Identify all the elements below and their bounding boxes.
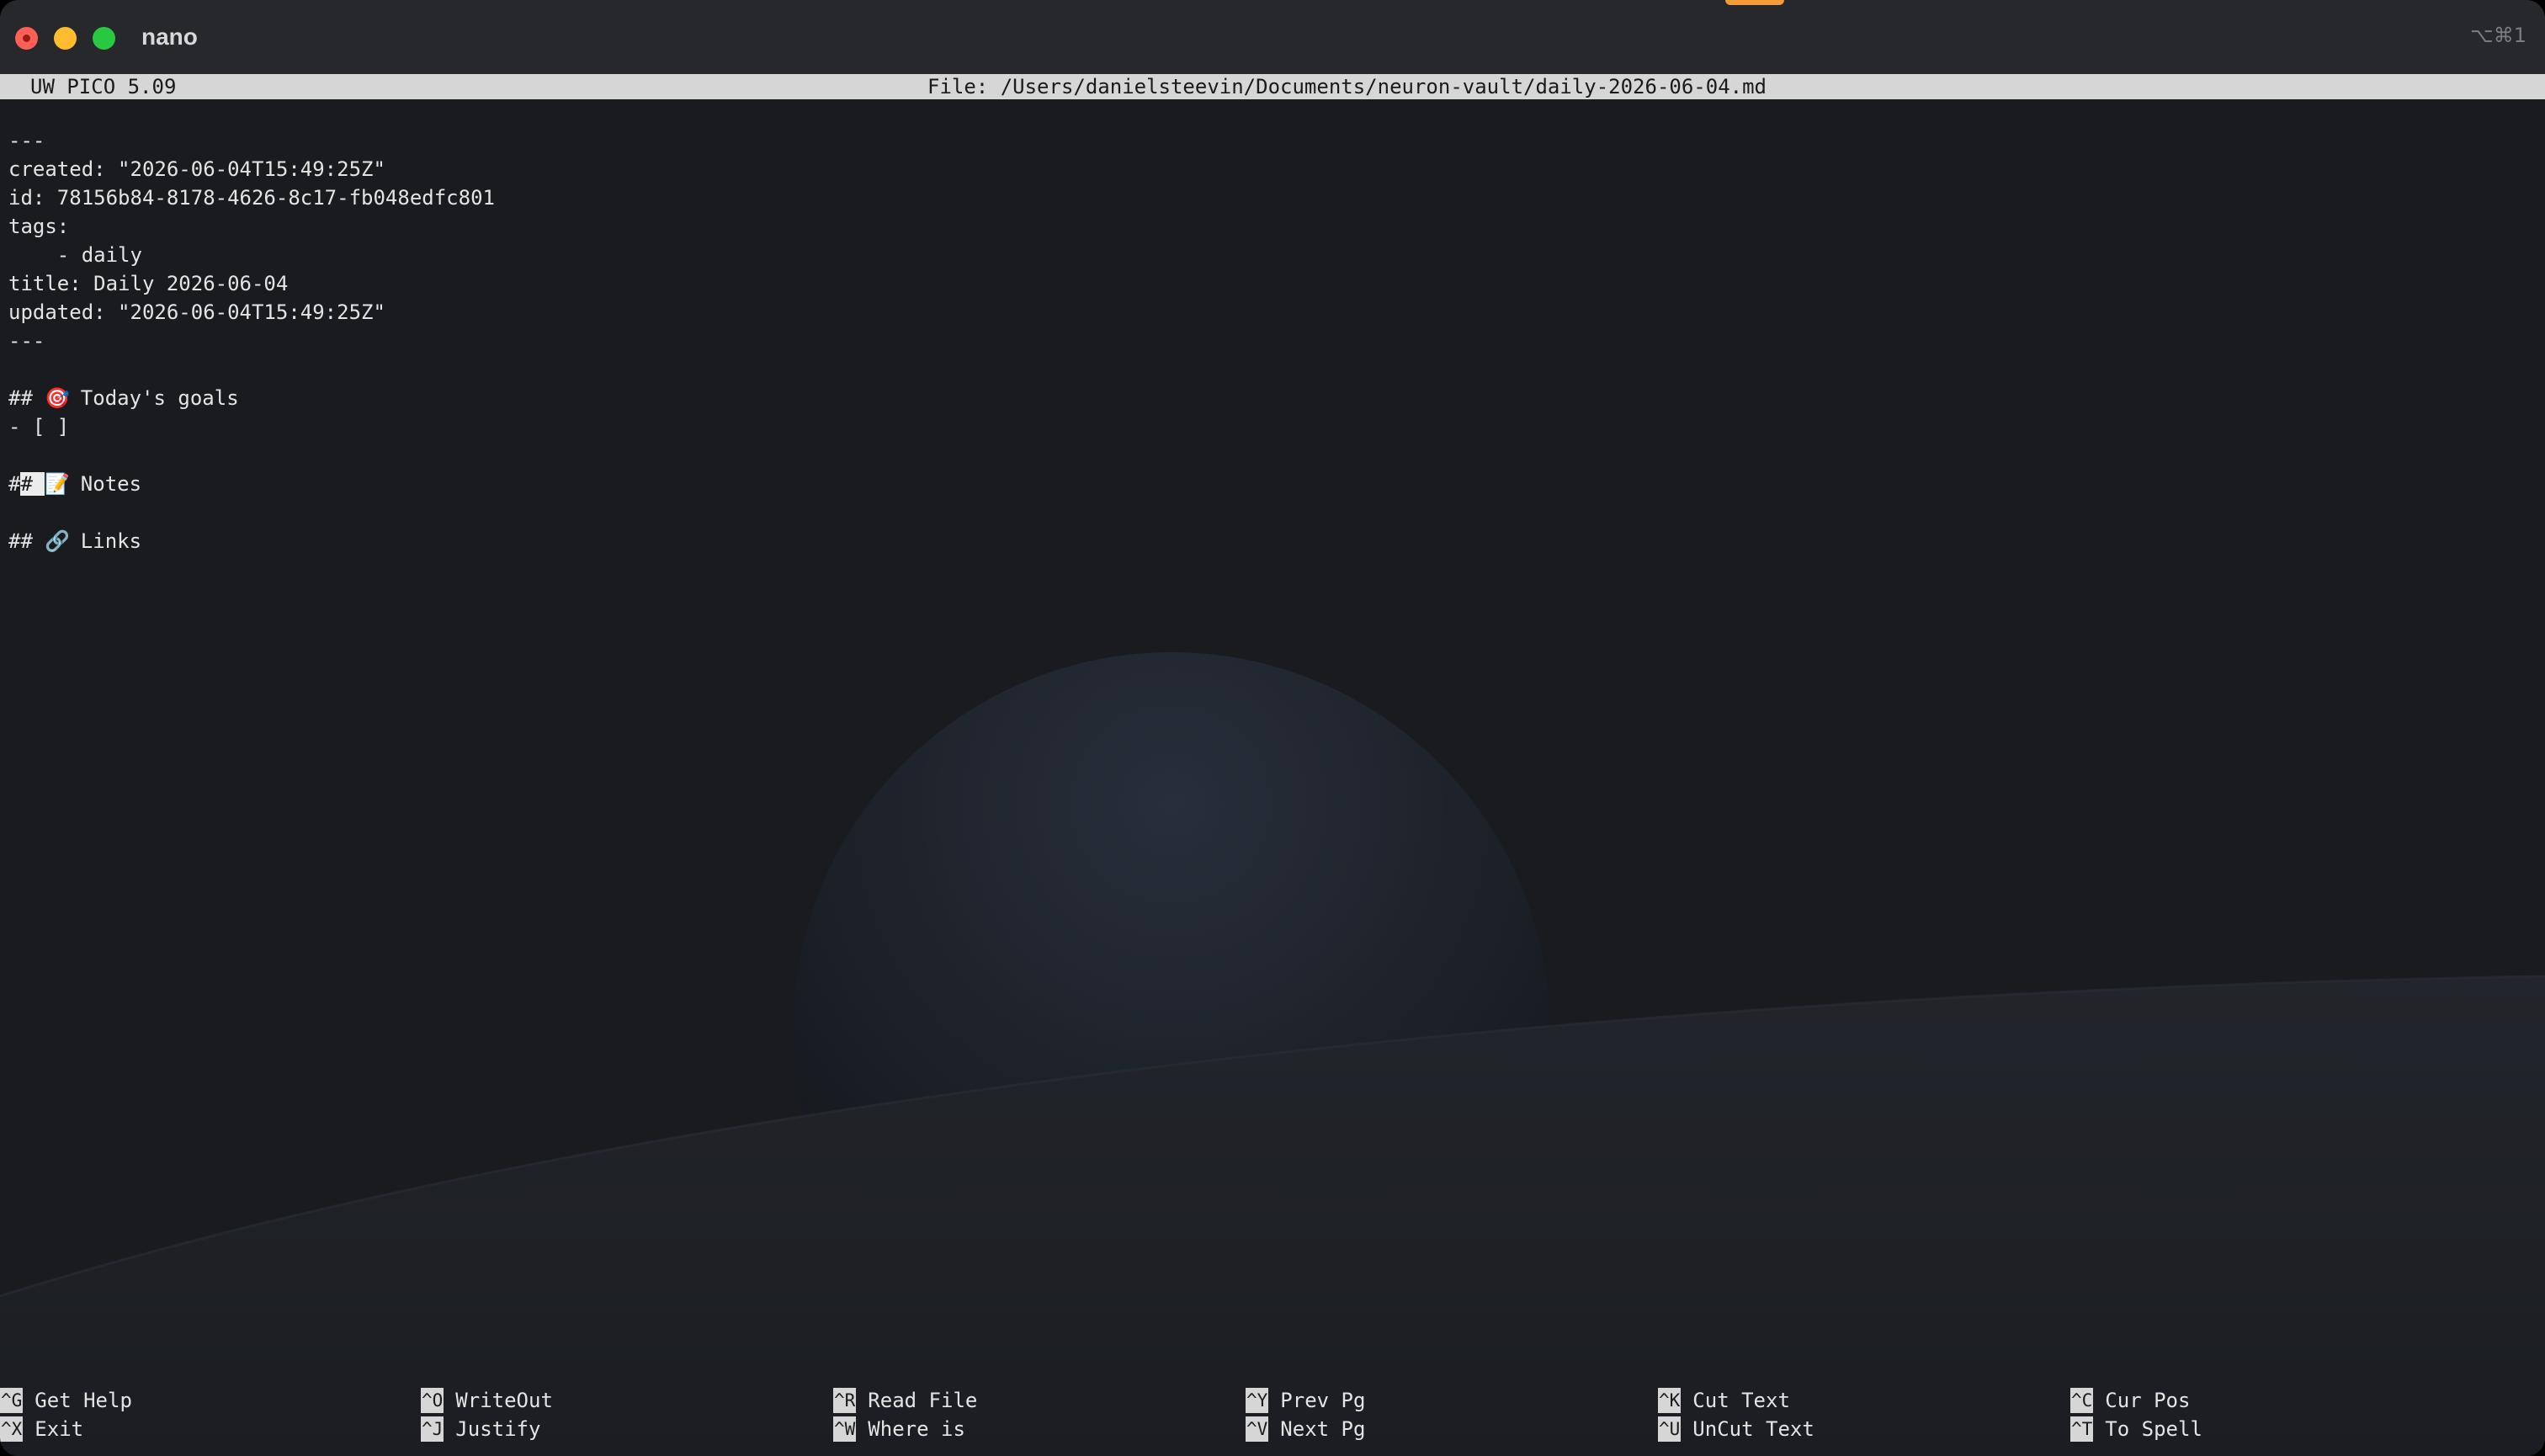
shortcut-label: UnCut Text [1692,1417,1814,1441]
shortcut-get-help[interactable]: ^G Get Help [0,1385,132,1414]
window-title: nano [141,24,198,50]
shortcut-next-page[interactable]: ^V Next Pg [1246,1414,1365,1443]
links-heading-prefix: ## [8,529,45,553]
tags-line: tags: [8,215,70,238]
shortcut-label: Next Pg [1280,1417,1366,1441]
activity-indicator [1725,0,1784,5]
terminal-window: nano ⌥⌘1 UW PICO 5.09 File: /Users/danie… [0,0,2545,1456]
shortcut-bar: ^G Get Help ^O WriteOut ^R Read File ^Y Prev… [0,1385,2545,1444]
created-line: created: "2026-06-04T15:49:25Z" [8,157,385,181]
title-line: title: Daily 2026-06-04 [8,272,289,295]
shortcut-exit[interactable]: ^X Exit [0,1414,83,1443]
shortcut-key: ^R [833,1388,857,1413]
shortcut-where-is[interactable]: ^W Where is [833,1414,965,1443]
target-icon: 🎯 [45,386,71,410]
window-shortcut-hint: ⌥⌘1 [2470,24,2526,47]
links-heading-text: Links [68,529,142,553]
shortcut-label: Justify [455,1417,541,1441]
frontmatter-open: --- [8,129,45,152]
tag-daily-line: - daily [8,243,142,267]
shortcut-label: WriteOut [455,1389,553,1412]
shortcut-key: ^O [421,1388,444,1413]
links-heading: ## 🔗 Links [8,527,495,555]
shortcut-key: ^W [833,1416,857,1442]
shortcut-prev-page[interactable]: ^Y Prev Pg [1246,1385,1365,1414]
minimize-window-button[interactable] [54,27,77,50]
close-window-button[interactable] [15,27,38,50]
shortcut-cur-pos[interactable]: ^C Cur Pos [2070,1385,2190,1414]
shortcut-justify[interactable]: ^J Justify [421,1414,540,1443]
shortcut-writeout[interactable]: ^O WriteOut [421,1385,553,1414]
frontmatter-close: --- [8,329,45,353]
title-bar: nano ⌥⌘1 [0,0,2545,74]
goals-heading: ## 🎯 Today's goals [8,384,495,412]
shortcut-label: Get Help [35,1389,132,1412]
shortcut-label: Prev Pg [1280,1389,1366,1412]
editor-text-area[interactable]: --- created: "2026-06-04T15:49:25Z" id: … [8,126,495,555]
shortcut-cut-text[interactable]: ^K Cut Text [1658,1385,1790,1414]
shortcut-label: Cur Pos [2105,1389,2191,1412]
editor-version: UW PICO 5.09 [30,75,177,98]
notes-heading: ## 📝 Notes [8,470,495,498]
text-cursor: # [8,472,21,496]
shortcut-key: ^J [421,1416,444,1442]
shortcut-label: To Spell [2105,1417,2202,1441]
updated-line: updated: "2026-06-04T15:49:25Z" [8,300,385,324]
shortcut-key: ^T [2070,1416,2094,1442]
goals-heading-text: Today's goals [68,386,239,410]
shortcut-read-file[interactable]: ^R Read File [833,1385,977,1414]
editor-status-header: UW PICO 5.09 File: /Users/danielsteevin/… [0,74,2545,99]
shortcut-key: ^X [0,1416,24,1442]
notes-heading-text: Notes [68,472,142,496]
maximize-window-button[interactable] [93,27,115,50]
shortcut-key: ^G [0,1388,24,1413]
shortcut-key: ^V [1246,1416,1269,1442]
shortcut-key: ^C [2070,1388,2094,1413]
shortcut-key: ^U [1658,1416,1682,1442]
shortcut-label: Where is [868,1417,965,1441]
shortcut-label: Exit [35,1417,84,1441]
file-path: File: /Users/danielsteevin/Documents/neu… [927,75,1767,98]
shortcut-to-spell[interactable]: ^T To Spell [2070,1414,2202,1443]
shortcut-label: Cut Text [1692,1389,1790,1412]
shortcut-key: ^K [1658,1388,1682,1413]
memo-icon: 📝 [45,472,71,496]
shortcut-uncut-text[interactable]: ^U UnCut Text [1658,1414,1814,1443]
goals-checkbox-item: - [ ] [8,415,70,438]
shortcut-label: Read File [868,1389,978,1412]
link-icon: 🔗 [45,529,71,553]
text-cursor-block: # [20,472,45,496]
id-line: id: 78156b84-8178-4626-8c17-fb048edfc801 [8,186,495,210]
shortcut-key: ^Y [1246,1388,1269,1413]
goals-heading-prefix: ## [8,386,45,410]
